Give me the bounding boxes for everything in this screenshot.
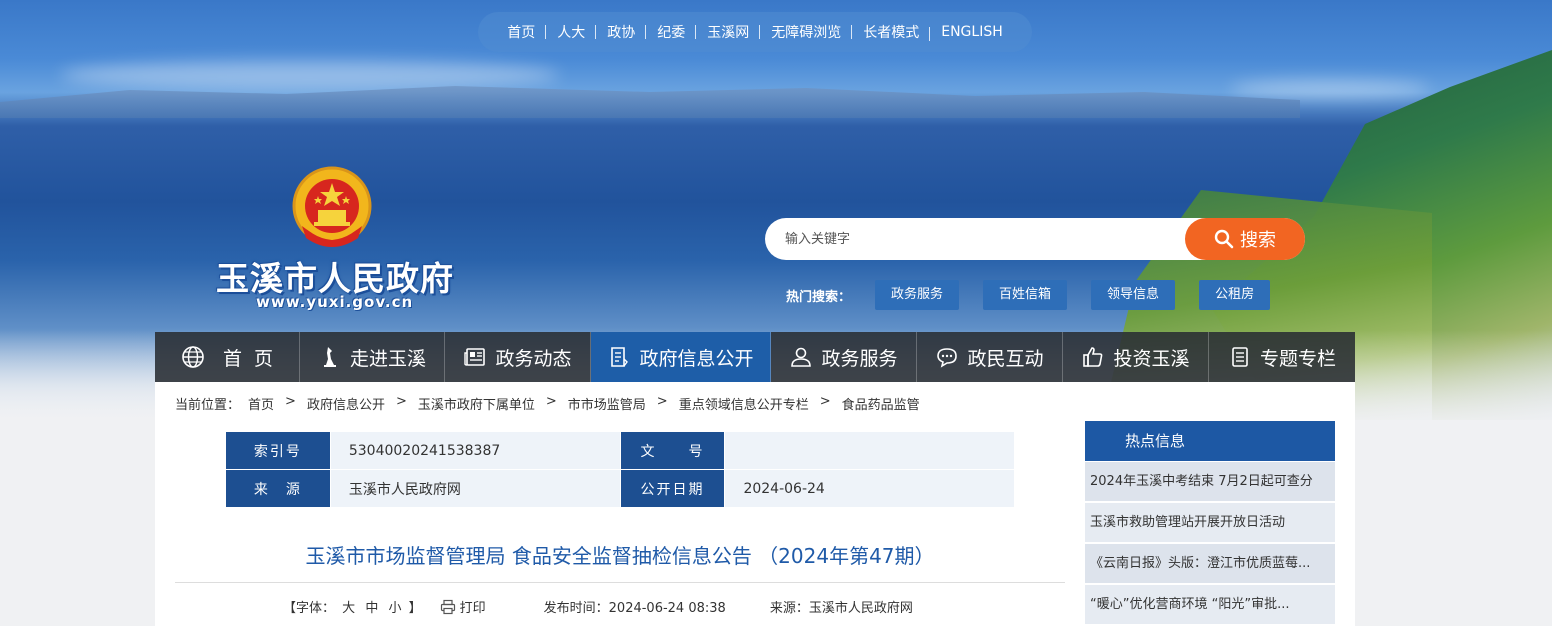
article-title: 玉溪市市场监督管理局 食品安全监督抽检信息公告 （2024年第47期） xyxy=(305,544,935,568)
font-size-medium[interactable]: 中 xyxy=(365,601,378,616)
nav-interaction[interactable]: 政民互动 xyxy=(917,332,1063,382)
list-item[interactable]: 2024年玉溪中考结束 7月2日起可查分 xyxy=(1085,462,1335,502)
print-button[interactable]: 打印 xyxy=(440,597,486,616)
hot-tag-mailbox[interactable]: 百姓信箱 xyxy=(983,280,1068,310)
breadcrumb-separator: > xyxy=(819,394,831,409)
user-icon xyxy=(791,347,812,367)
breadcrumb-separator: > xyxy=(395,394,407,409)
nav-invest[interactable]: 投资玉溪 xyxy=(1063,332,1209,382)
nav-special-topics-label: 专题专栏 xyxy=(1259,347,1336,370)
nav-home-label: 首 页 xyxy=(222,347,274,370)
nav-info-disclosure-label: 政府信息公开 xyxy=(639,347,754,370)
font-size-small[interactable]: 小 xyxy=(388,601,401,616)
printer-icon xyxy=(440,599,455,614)
list-icon xyxy=(1232,347,1248,367)
search-button-label: 搜索 xyxy=(1240,230,1276,251)
doc-no-value xyxy=(724,431,1015,470)
table-row: 来 源 玉溪市人民政府网 公开日期 2024-06-24 xyxy=(225,469,1015,508)
article-source: 来源：玉溪市人民政府网 xyxy=(769,601,913,616)
source-label: 来 源 xyxy=(225,469,331,508)
breadcrumb-food-drug[interactable]: 食品药品监管 xyxy=(842,394,920,413)
nav-home[interactable]: 首 页 xyxy=(155,332,300,382)
document-icon xyxy=(611,347,629,367)
breadcrumb-separator: > xyxy=(656,394,668,409)
thumbs-up-icon xyxy=(1083,347,1103,367)
top-link-accessibility[interactable]: 无障碍浏览 xyxy=(759,22,852,42)
breadcrumb-market-bureau[interactable]: 市市场监管局 xyxy=(568,394,646,413)
hot-tag-public-housing[interactable]: 公租房 xyxy=(1199,280,1271,310)
nav-about-yuxi-label: 走进玉溪 xyxy=(349,347,426,370)
table-row: 索引号 53040020241538387 文 号 xyxy=(225,431,1015,470)
publish-date-label: 公开日期 xyxy=(619,469,726,508)
search-input[interactable] xyxy=(765,218,1185,260)
top-link-yuxi-net[interactable]: 玉溪网 xyxy=(695,22,760,42)
article-meta-bar: 【字体： 大 中 小 】 打印 发布时间：2024-06-24 08:38 来源… xyxy=(283,597,913,616)
breadcrumb-info-disclosure[interactable]: 政府信息公开 xyxy=(307,394,385,413)
top-link-discipline[interactable]: 纪委 xyxy=(645,22,696,42)
search-box: 搜索 xyxy=(765,218,1305,260)
globe-icon xyxy=(182,346,204,368)
index-no-label: 索引号 xyxy=(225,431,331,470)
index-no-value: 53040020241538387 xyxy=(329,431,621,470)
hot-tag-leaders[interactable]: 领导信息 xyxy=(1091,280,1176,310)
font-size-label-open: 【字体： xyxy=(283,601,336,616)
breadcrumb-separator: > xyxy=(285,394,296,409)
newspaper-icon xyxy=(464,348,486,366)
publish-time: 发布时间：2024-06-24 08:38 xyxy=(543,601,726,616)
publish-date-value: 2024-06-24 xyxy=(724,469,1015,508)
nav-info-disclosure[interactable]: 政府信息公开 xyxy=(591,332,771,382)
top-link-elder-mode[interactable]: 长者模式 xyxy=(851,22,930,42)
font-size-control: 【字体： 大 中 小 】 xyxy=(283,597,422,616)
nav-gov-news-label: 政务动态 xyxy=(495,347,572,370)
top-links-bar: 首页 人大 政协 纪委 玉溪网 无障碍浏览 长者模式 ENGLISH xyxy=(478,12,1032,52)
top-link-cppcc[interactable]: 政协 xyxy=(595,22,646,42)
nav-invest-label: 投资玉溪 xyxy=(1113,347,1190,370)
nav-gov-service-label: 政务服务 xyxy=(821,347,898,370)
top-link-english[interactable]: ENGLISH xyxy=(929,24,1014,41)
search-icon xyxy=(1214,229,1234,249)
nav-interaction-label: 政民互动 xyxy=(967,347,1044,370)
list-item[interactable]: 玉溪市救助管理站开展开放日活动 xyxy=(1085,503,1335,543)
hot-search-label: 热门搜索： xyxy=(786,289,852,305)
print-label: 打印 xyxy=(459,601,486,616)
top-link-home[interactable]: 首页 xyxy=(496,22,546,42)
font-size-large[interactable]: 大 xyxy=(342,601,355,616)
nav-special-topics[interactable]: 专题专栏 xyxy=(1209,332,1355,382)
list-item[interactable]: 《云南日报》头版：澄江市优质蓝莓... xyxy=(1085,544,1335,584)
site-url: www.yuxi.gov.cn xyxy=(256,293,414,311)
hot-search-bar: 热门搜索： 政务服务 百姓信箱 领导信息 公租房 xyxy=(786,280,1271,310)
hot-tag-gov-service[interactable]: 政务服务 xyxy=(875,280,960,310)
breadcrumb: 当前位置： 首页 > 政府信息公开 > 玉溪市政府下属单位 > 市市场监管局 >… xyxy=(175,394,920,413)
hot-info-list: 2024年玉溪中考结束 7月2日起可查分 玉溪市救助管理站开展开放日活动 《云南… xyxy=(1085,461,1335,625)
breadcrumb-key-areas[interactable]: 重点领域信息公开专栏 xyxy=(679,394,809,413)
source-value: 玉溪市人民政府网 xyxy=(329,469,621,508)
statue-icon xyxy=(323,347,336,367)
main-nav: 首 页 走进玉溪 政务动态 政府信息公开 政务服务 政民互动 投资玉溪 专题专栏 xyxy=(155,332,1355,382)
doc-no-label: 文 号 xyxy=(619,431,726,470)
breadcrumb-home[interactable]: 首页 xyxy=(248,394,274,413)
divider xyxy=(175,582,1065,583)
national-emblem-icon[interactable] xyxy=(292,166,372,252)
chat-icon xyxy=(937,348,958,368)
font-size-label-close: 】 xyxy=(408,601,422,616)
nav-about-yuxi[interactable]: 走进玉溪 xyxy=(300,332,445,382)
breadcrumb-separator: > xyxy=(545,394,557,409)
breadcrumb-label: 当前位置： xyxy=(175,398,241,413)
nav-gov-news[interactable]: 政务动态 xyxy=(445,332,591,382)
list-item[interactable]: “暖心”优化营商环境 “阳光”审批... xyxy=(1085,585,1335,625)
document-meta-table: 索引号 53040020241538387 文 号 来 源 玉溪市人民政府网 公… xyxy=(225,431,1015,508)
top-link-npc[interactable]: 人大 xyxy=(545,22,596,42)
content-panel: 当前位置： 首页 > 政府信息公开 > 玉溪市政府下属单位 > 市市场监管局 >… xyxy=(155,382,1355,626)
hot-info-title: 热点信息 xyxy=(1085,421,1335,461)
search-button[interactable]: 搜索 xyxy=(1185,218,1305,260)
nav-gov-service[interactable]: 政务服务 xyxy=(771,332,917,382)
breadcrumb-subordinate-units[interactable]: 玉溪市政府下属单位 xyxy=(418,394,535,413)
